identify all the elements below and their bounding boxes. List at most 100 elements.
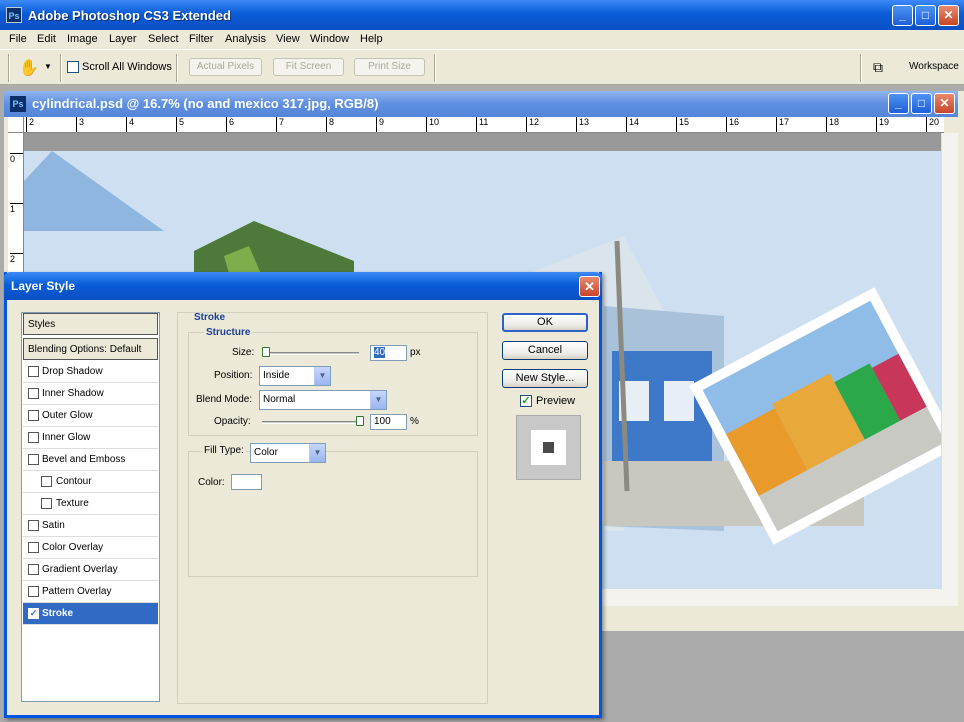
separator bbox=[60, 54, 62, 82]
style-item-contour[interactable]: Contour bbox=[23, 471, 158, 493]
ruler-tick-label: 3 bbox=[76, 117, 84, 132]
doc-maximize-button[interactable]: □ bbox=[911, 93, 932, 114]
ruler-tick-label: 12 bbox=[526, 117, 539, 132]
hand-tool-icon[interactable]: ✋ bbox=[18, 58, 40, 78]
style-item-drop-shadow[interactable]: Drop Shadow bbox=[23, 361, 158, 383]
blend-mode-select[interactable]: Normal ▼ bbox=[259, 390, 387, 410]
check-icon[interactable]: ✓ bbox=[28, 608, 39, 619]
horizontal-ruler[interactable]: 2 3 4 5 6 7 8 9 10 11 12 13 14 15 16 17 … bbox=[24, 117, 944, 133]
fill-type-value: Color bbox=[254, 447, 278, 458]
ruler-tick-label: 10 bbox=[426, 117, 439, 132]
style-checkbox[interactable] bbox=[28, 542, 39, 553]
ruler-tick-label: 14 bbox=[626, 117, 639, 132]
style-item-stroke[interactable]: ✓ Stroke bbox=[23, 603, 158, 625]
bridge-icon[interactable]: ⧉ bbox=[867, 59, 889, 77]
style-checkbox[interactable] bbox=[28, 410, 39, 421]
style-checkbox[interactable] bbox=[28, 564, 39, 575]
size-input[interactable]: 40 bbox=[370, 345, 407, 361]
opacity-unit: % bbox=[410, 416, 419, 427]
menu-select[interactable]: Select bbox=[148, 33, 179, 45]
size-unit: px bbox=[410, 347, 421, 358]
style-checkbox[interactable] bbox=[28, 520, 39, 531]
style-item-gradient-overlay[interactable]: Gradient Overlay bbox=[23, 559, 158, 581]
document-icon: Ps bbox=[10, 96, 26, 112]
dialog-titlebar[interactable]: Layer Style ✕ bbox=[4, 272, 602, 300]
separator bbox=[860, 54, 862, 82]
color-label: Color: bbox=[198, 477, 225, 488]
style-item-color-overlay[interactable]: Color Overlay bbox=[23, 537, 158, 559]
style-item-inner-glow[interactable]: Inner Glow bbox=[23, 427, 158, 449]
structure-group: Structure Size: 40 px Position: Inside ▼… bbox=[188, 327, 478, 436]
print-size-button[interactable]: Print Size bbox=[354, 58, 425, 76]
opacity-value: 100 bbox=[374, 416, 391, 427]
menu-layer[interactable]: Layer bbox=[109, 33, 137, 45]
workspace-menu[interactable]: Workspace bbox=[909, 61, 959, 72]
style-item-bevel-and-emboss[interactable]: Bevel and Emboss bbox=[23, 449, 158, 471]
preview-checkbox[interactable]: ✓ bbox=[520, 395, 532, 407]
styles-header-label: Styles bbox=[28, 319, 56, 330]
menu-file[interactable]: File bbox=[9, 33, 27, 45]
blending-options-item[interactable]: Blending Options: Default bbox=[23, 338, 158, 360]
stroke-color-swatch[interactable] bbox=[231, 474, 262, 490]
style-item-satin[interactable]: Satin bbox=[23, 515, 158, 537]
dialog-title: Layer Style bbox=[11, 279, 76, 293]
position-select[interactable]: Inside ▼ bbox=[259, 366, 331, 386]
close-button[interactable]: ✕ bbox=[938, 5, 959, 26]
separator bbox=[8, 54, 10, 82]
doc-minimize-button[interactable]: _ bbox=[888, 93, 909, 114]
scroll-all-windows-checkbox[interactable] bbox=[67, 61, 79, 73]
stroke-panel: Stroke Structure Size: 40 px Position: I… bbox=[177, 312, 488, 704]
separator bbox=[176, 54, 178, 82]
size-slider-thumb[interactable] bbox=[261, 347, 270, 357]
ruler-tick-label: 15 bbox=[676, 117, 689, 132]
style-checkbox[interactable] bbox=[28, 432, 39, 443]
horizontal-scrollbar[interactable] bbox=[599, 589, 958, 606]
fit-screen-button[interactable]: Fit Screen bbox=[273, 58, 344, 76]
preview-label: Preview bbox=[536, 395, 576, 407]
opacity-input[interactable]: 100 bbox=[370, 414, 407, 430]
options-bar: ✋ ▼ Scroll All Windows Actual Pixels Fit… bbox=[0, 49, 964, 85]
menu-filter[interactable]: Filter bbox=[189, 33, 213, 45]
cancel-button[interactable]: Cancel bbox=[502, 341, 588, 360]
menu-analysis[interactable]: Analysis bbox=[225, 33, 266, 45]
styles-header[interactable]: Styles bbox=[23, 313, 158, 335]
opacity-slider-thumb[interactable] bbox=[356, 416, 364, 426]
ruler-tick-label: 6 bbox=[226, 117, 234, 132]
ok-button[interactable]: OK bbox=[502, 313, 588, 332]
fill-type-select[interactable]: Color ▼ bbox=[250, 443, 326, 463]
vertical-scrollbar[interactable] bbox=[941, 133, 958, 589]
style-item-inner-shadow[interactable]: Inner Shadow bbox=[23, 383, 158, 405]
style-checkbox[interactable] bbox=[28, 366, 39, 377]
photoshop-logo-icon: Ps bbox=[6, 7, 22, 23]
dialog-close-button[interactable]: ✕ bbox=[579, 276, 600, 297]
minimize-button[interactable]: _ bbox=[892, 5, 913, 26]
menu-help[interactable]: Help bbox=[360, 33, 383, 45]
style-checkbox[interactable] bbox=[41, 476, 52, 487]
doc-close-button[interactable]: ✕ bbox=[934, 93, 955, 114]
actual-pixels-button[interactable]: Actual Pixels bbox=[189, 58, 262, 76]
style-item-pattern-overlay[interactable]: Pattern Overlay bbox=[23, 581, 158, 603]
new-style-button[interactable]: New Style... bbox=[502, 369, 588, 388]
size-slider[interactable] bbox=[262, 352, 359, 355]
style-checkbox[interactable] bbox=[28, 388, 39, 399]
ruler-tick-label: 7 bbox=[276, 117, 284, 132]
position-value: Inside bbox=[263, 370, 290, 381]
tool-preset-dropdown-icon[interactable]: ▼ bbox=[44, 62, 52, 71]
style-checkbox[interactable] bbox=[41, 498, 52, 509]
structure-title: Structure bbox=[204, 327, 253, 338]
style-checkbox[interactable] bbox=[28, 454, 39, 465]
menu-edit[interactable]: Edit bbox=[37, 33, 56, 45]
app-title: Adobe Photoshop CS3 Extended bbox=[28, 8, 231, 23]
style-item-label: Texture bbox=[56, 498, 89, 509]
style-item-texture[interactable]: Texture bbox=[23, 493, 158, 515]
ruler-tick-label: 1 bbox=[10, 203, 23, 214]
opacity-slider[interactable] bbox=[262, 421, 362, 424]
menu-view[interactable]: View bbox=[276, 33, 300, 45]
style-item-outer-glow[interactable]: Outer Glow bbox=[23, 405, 158, 427]
ruler-origin[interactable] bbox=[8, 117, 24, 133]
menu-window[interactable]: Window bbox=[310, 33, 349, 45]
menu-image[interactable]: Image bbox=[67, 33, 98, 45]
style-checkbox[interactable] bbox=[28, 586, 39, 597]
maximize-button[interactable]: □ bbox=[915, 5, 936, 26]
layer-style-dialog: Layer Style ✕ Styles Blending Options: D… bbox=[4, 272, 602, 718]
